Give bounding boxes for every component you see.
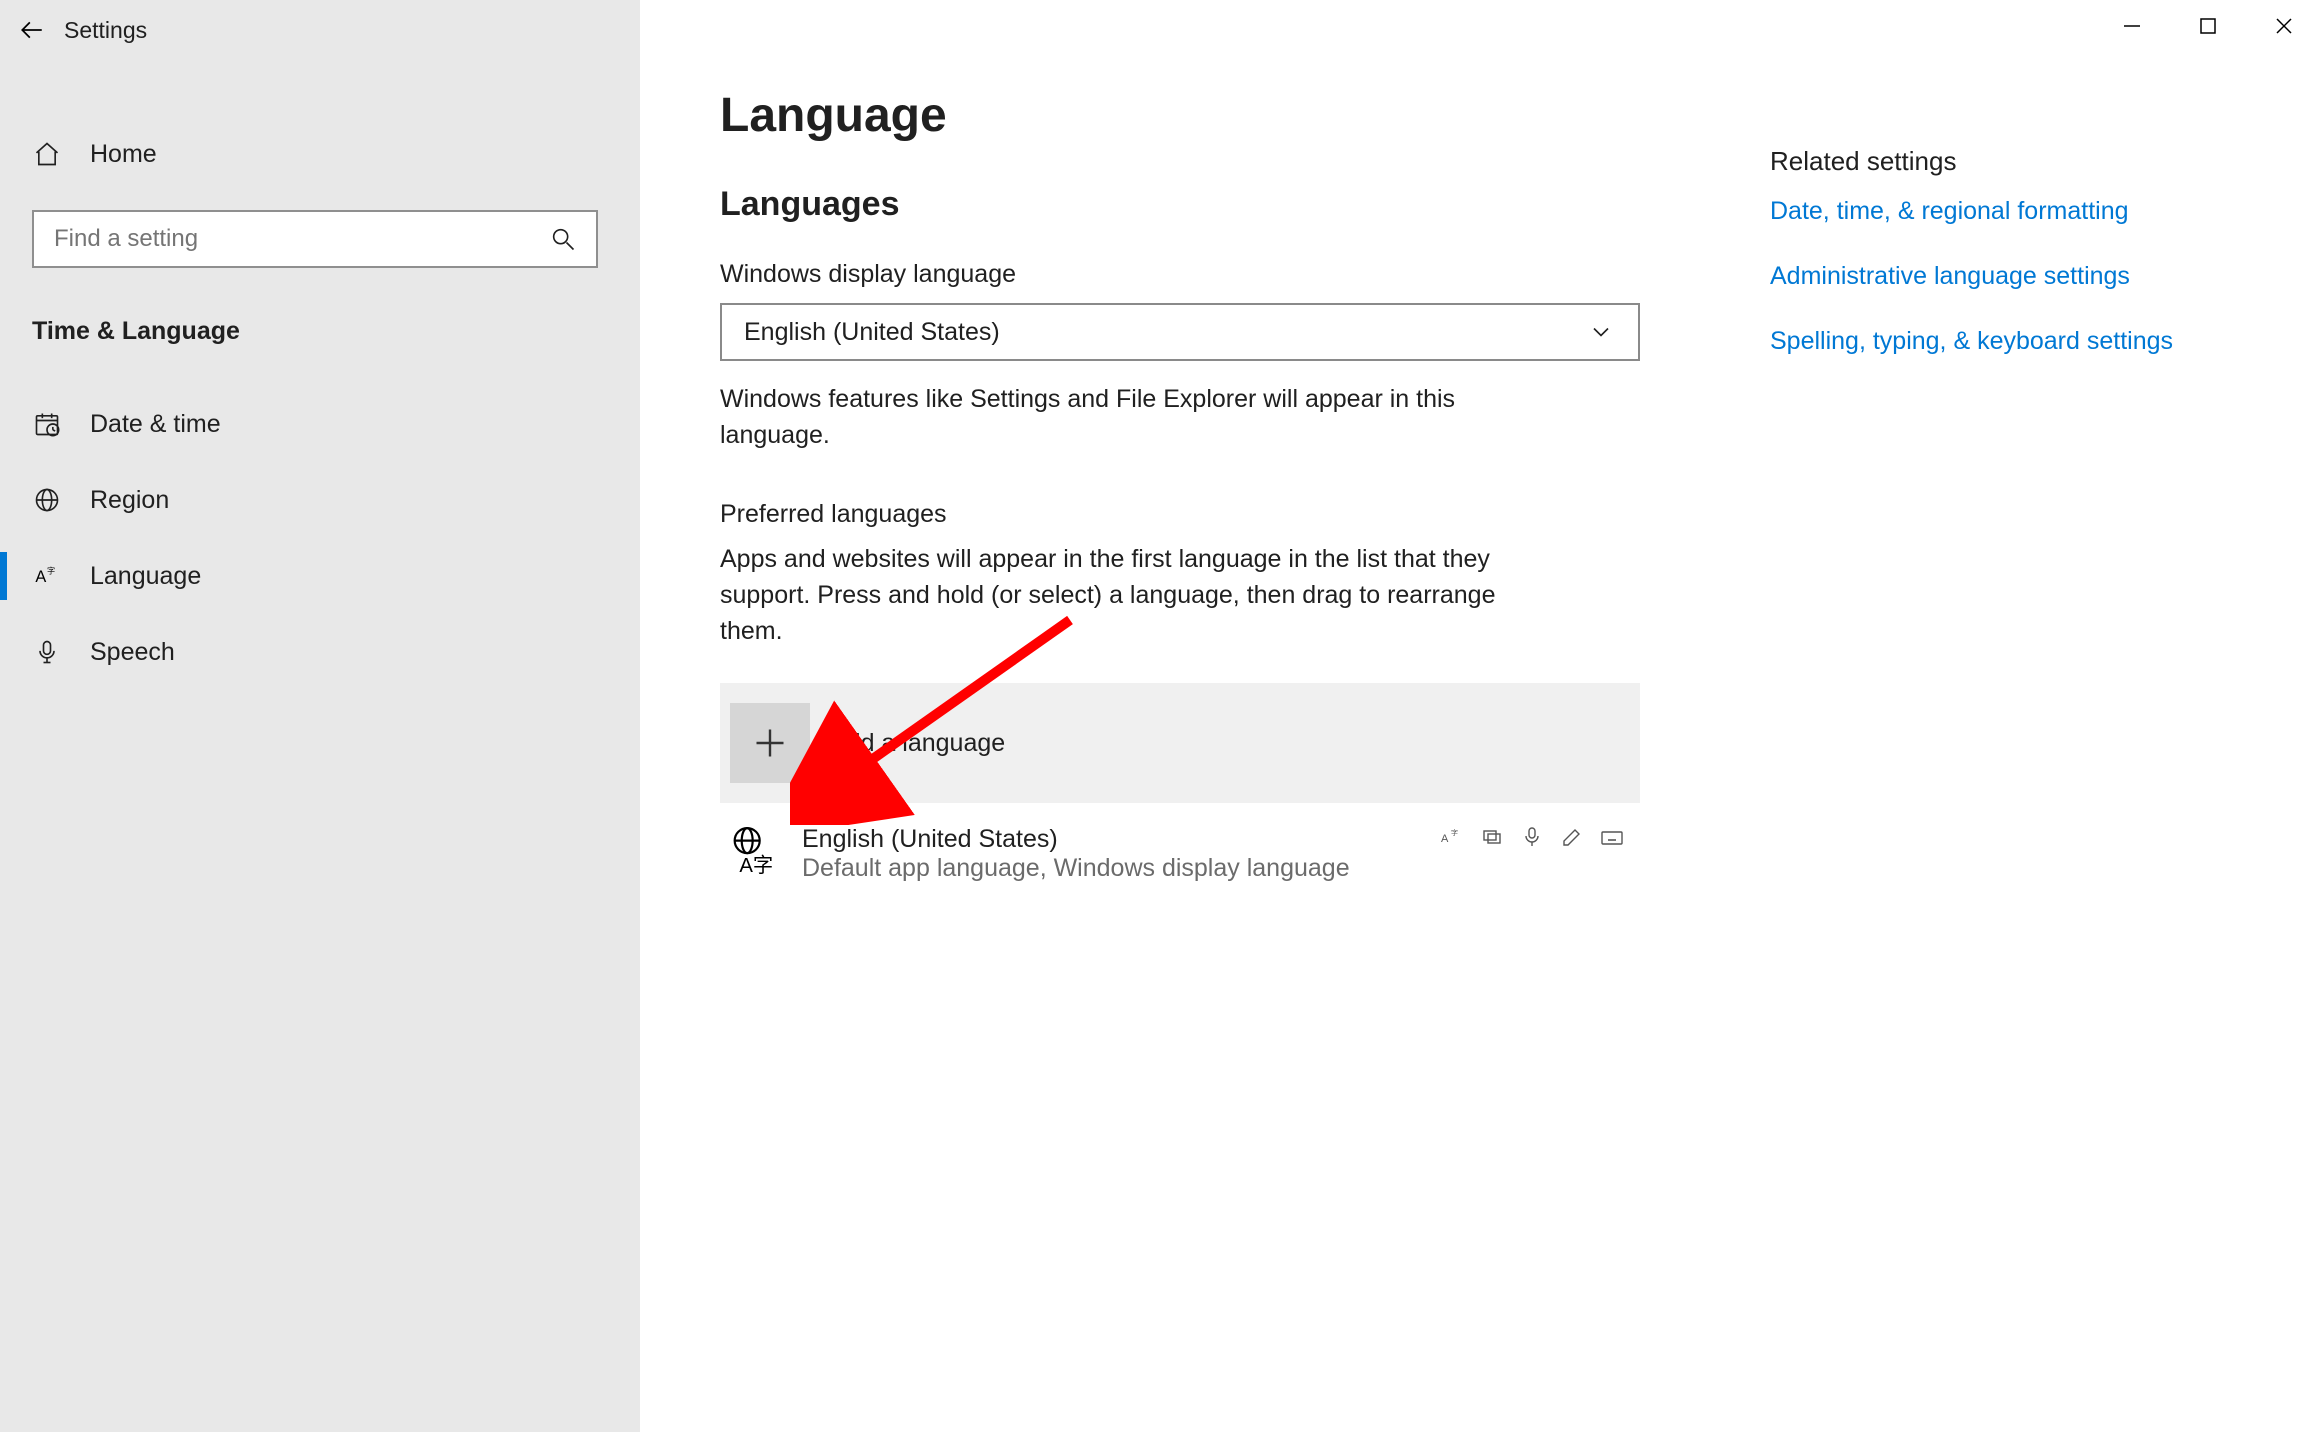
language-a-icon: A字 [32,561,62,591]
add-language-label: Add a language [830,729,1005,758]
sidebar-item-label: Region [90,486,169,515]
sidebar-home[interactable]: Home [0,116,630,192]
window-close-button[interactable] [2246,0,2322,52]
related-settings-title: Related settings [1770,146,2240,177]
display-badge-icon [1480,825,1504,849]
display-language-description: Windows features like Settings and File … [720,381,1540,454]
main-content: Language Languages Windows display langu… [640,0,2322,1432]
search-icon [548,224,578,254]
search-input-wrapper[interactable] [32,210,598,268]
minimize-icon [2122,16,2142,36]
section-languages-title: Languages [720,185,1640,224]
sidebar-home-label: Home [90,140,157,169]
language-glyph-icon: A字 [730,825,780,875]
display-language-value: English (United States) [744,318,1000,347]
sidebar-item-speech[interactable]: Speech [0,614,630,690]
app-title: Settings [64,17,147,44]
handwriting-badge-icon [1560,825,1584,849]
sidebar-item-date-time[interactable]: Date & time [0,386,630,462]
svg-text:A: A [1441,833,1449,845]
related-settings-rail: Related settings Date, time, & regional … [1770,88,2240,1432]
sidebar-item-label: Language [90,562,201,591]
svg-text:A: A [35,568,46,586]
calendar-clock-icon [32,409,62,439]
search-input[interactable] [52,224,548,254]
sidebar-item-label: Speech [90,638,175,667]
globe-icon [32,485,62,515]
sidebar-item-region[interactable]: Region [0,462,630,538]
language-item-subtitle: Default app language, Windows display la… [802,854,1418,883]
keyboard-badge-icon [1600,825,1624,849]
add-language-button[interactable]: Add a language [720,683,1640,803]
link-spelling-typing-keyboard[interactable]: Spelling, typing, & keyboard settings [1770,327,2240,356]
link-admin-language[interactable]: Administrative language settings [1770,262,2240,291]
speech-badge-icon [1520,825,1544,849]
language-capability-badges: A字 [1440,825,1624,849]
svg-text:字: 字 [47,566,55,576]
microphone-icon [32,637,62,667]
back-arrow-icon [19,17,45,43]
sidebar: Settings Home Time & Language Date & tim… [0,0,640,1432]
home-icon [32,139,62,169]
window-minimize-button[interactable] [2094,0,2170,52]
preferred-languages-label: Preferred languages [720,500,1640,529]
back-button[interactable] [0,0,64,60]
language-item-name: English (United States) [802,825,1418,854]
text-to-speech-badge-icon: A字 [1440,825,1464,849]
link-date-time-regional[interactable]: Date, time, & regional formatting [1770,197,2240,226]
svg-text:A字: A字 [739,854,773,875]
sidebar-item-label: Date & time [90,410,221,439]
language-item-english-us[interactable]: A字 English (United States) Default app l… [720,803,1640,889]
display-language-select[interactable]: English (United States) [720,303,1640,361]
display-language-label: Windows display language [720,260,1640,289]
preferred-languages-description: Apps and websites will appear in the fir… [720,541,1540,650]
plus-icon [752,725,788,761]
sidebar-category-title: Time & Language [0,296,630,366]
maximize-icon [2199,17,2217,35]
window-maximize-button[interactable] [2170,0,2246,52]
sidebar-item-language[interactable]: A字 Language [0,538,630,614]
page-title: Language [720,88,1640,143]
close-icon [2274,16,2294,36]
plus-box [730,703,810,783]
svg-text:字: 字 [1451,828,1458,837]
chevron-down-icon [1586,317,1616,347]
